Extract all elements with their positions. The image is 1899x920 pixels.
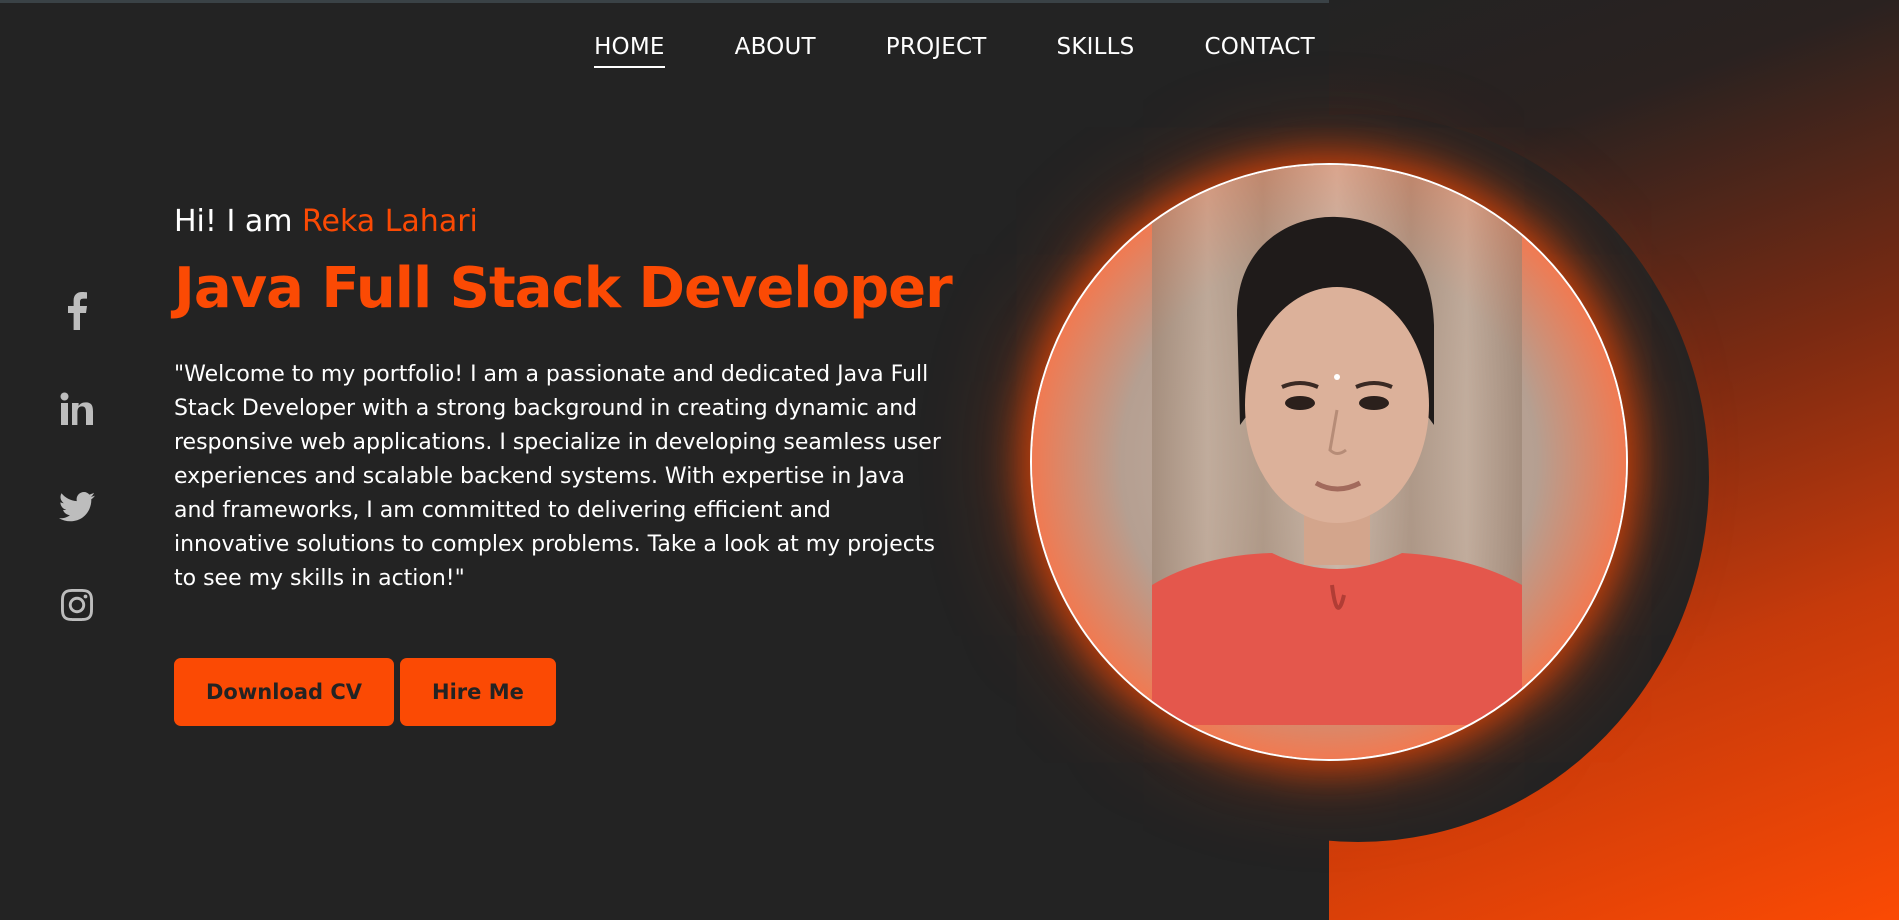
portfolio-page: HOME ABOUT PROJECT SKILLS CONTACT Hi! I … <box>0 0 1899 920</box>
social-links <box>57 290 97 626</box>
hero-title: Java Full Stack Developer <box>174 256 953 321</box>
twitter-icon[interactable] <box>57 486 97 528</box>
hero-name: Reka Lahari <box>301 204 478 239</box>
download-cv-button[interactable]: Download CV <box>174 658 395 726</box>
nav-item-contact[interactable]: CONTACT <box>1204 34 1314 68</box>
facebook-icon[interactable] <box>57 290 97 332</box>
nav-item-home[interactable]: HOME <box>594 34 665 68</box>
nav-item-about[interactable]: ABOUT <box>735 34 816 68</box>
profile-photo <box>1030 163 1628 761</box>
nav-item-project[interactable]: PROJECT <box>886 34 987 68</box>
greeting: Hi! I am Reka Lahari <box>174 204 478 239</box>
hero-intro: "Welcome to my portfolio! I am a passion… <box>174 362 941 591</box>
hire-me-button[interactable]: Hire Me <box>400 658 556 726</box>
nav-item-skills[interactable]: SKILLS <box>1057 34 1135 68</box>
main-nav: HOME ABOUT PROJECT SKILLS CONTACT <box>0 34 1899 68</box>
portrait-frame <box>1030 163 1628 761</box>
instagram-icon[interactable] <box>57 584 97 626</box>
greeting-prefix: Hi! I am <box>174 204 302 239</box>
linkedin-icon[interactable] <box>57 388 97 430</box>
hero-buttons: Download CV Hire Me <box>174 658 556 726</box>
